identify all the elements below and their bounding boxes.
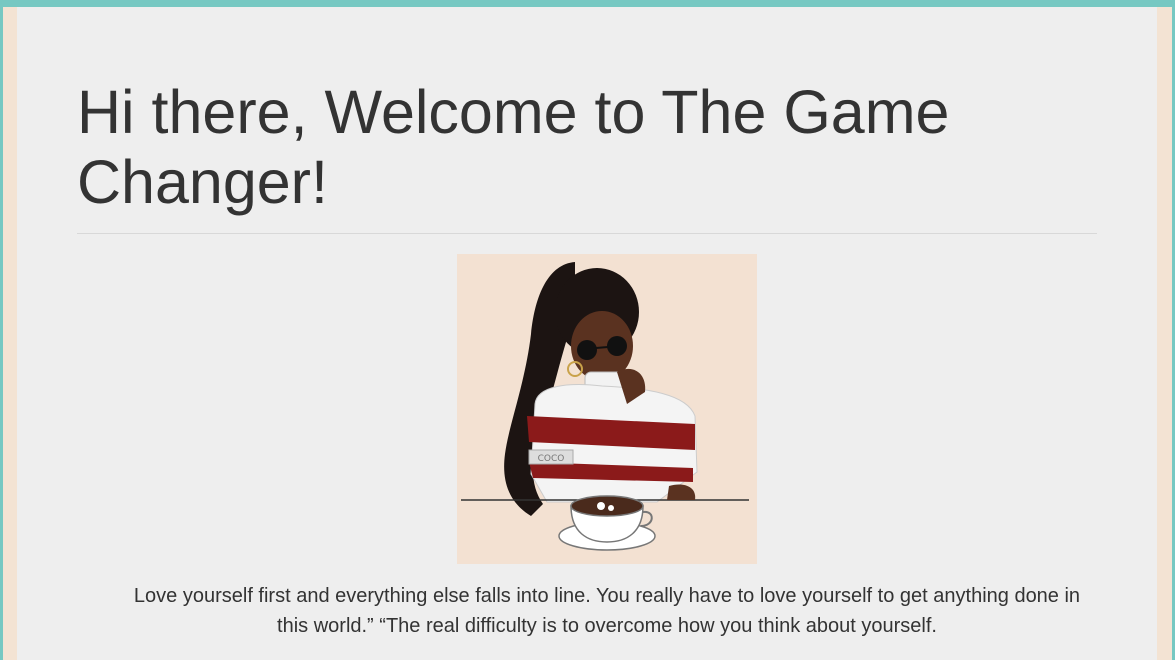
left-accent-edge	[0, 7, 3, 660]
welcome-illustration: COCO	[457, 254, 757, 564]
title-divider	[77, 233, 1097, 234]
top-accent-bar	[0, 0, 1175, 7]
page-title: Hi there, Welcome to The Game Changer!	[77, 78, 950, 216]
inspirational-quote: Love yourself first and everything else …	[133, 585, 1081, 637]
content-panel: Hi there, Welcome to The Game Changer! C…	[17, 7, 1157, 660]
girl-with-coffee-illustration: COCO	[461, 262, 749, 551]
sleeve-label: COCO	[538, 454, 565, 464]
